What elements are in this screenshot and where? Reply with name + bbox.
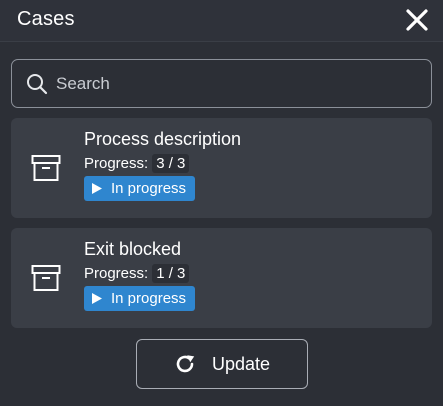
play-icon — [92, 293, 102, 304]
search-icon — [27, 74, 48, 95]
status-label: In progress — [111, 180, 187, 197]
progress-row: Progress: 3 / 3 — [84, 154, 190, 173]
update-label: Update — [211, 353, 271, 374]
progress-value: 3 / 3 — [152, 154, 190, 173]
case-title: Process description — [84, 129, 242, 149]
archive-box-icon — [31, 155, 61, 181]
case-card-process-description[interactable]: Process description Progress: 3 / 3 In p… — [11, 118, 432, 218]
progress-label: Progress: — [84, 155, 149, 172]
progress-label: Progress: — [84, 265, 149, 282]
play-icon — [92, 183, 102, 194]
status-badge: In progress — [84, 176, 196, 201]
case-card-exit-blocked[interactable]: Exit blocked Progress: 1 / 3 In progress — [11, 228, 432, 328]
header-bar: Cases — [0, 0, 443, 42]
search-box[interactable] — [11, 59, 432, 108]
case-title: Exit blocked — [84, 239, 182, 259]
status-badge: In progress — [84, 286, 196, 311]
update-button[interactable]: Update — [136, 339, 308, 389]
refresh-icon — [176, 355, 195, 373]
close-button[interactable] — [403, 6, 431, 34]
progress-value: 1 / 3 — [152, 264, 190, 283]
search-input[interactable] — [56, 68, 416, 100]
page-title: Cases — [17, 8, 75, 30]
status-label: In progress — [111, 290, 187, 307]
close-icon[interactable] — [403, 6, 431, 34]
archive-box-icon — [31, 265, 61, 291]
progress-row: Progress: 1 / 3 — [84, 264, 190, 283]
